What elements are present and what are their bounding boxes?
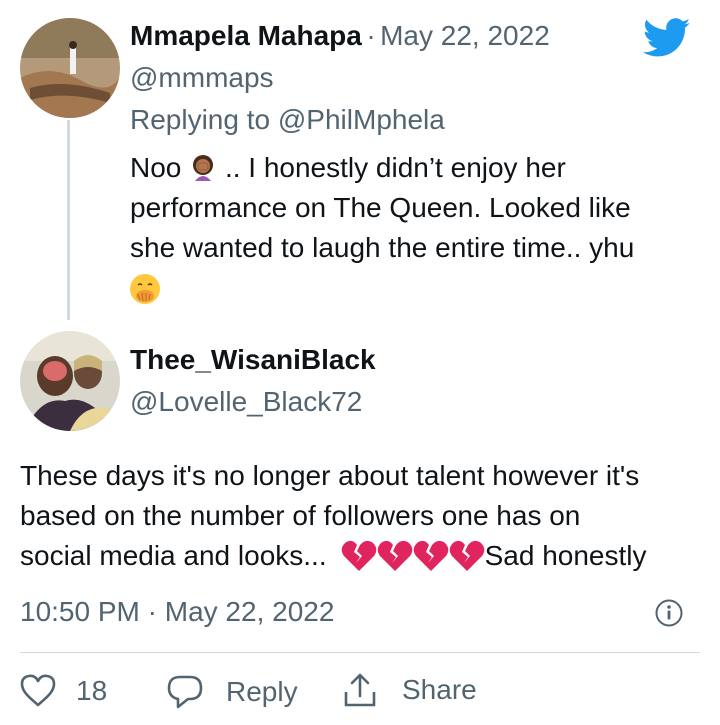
main-tweet-text-end: Sad honestly — [484, 540, 647, 571]
broken-heart-emoji — [413, 540, 448, 571]
divider — [20, 652, 700, 653]
broken-heart-emoji — [449, 540, 484, 571]
broken-hearts — [341, 540, 485, 572]
main-tweet-text-line-3: social media and looks... Sad honestly — [20, 536, 647, 576]
tweet-text-start: Noo — [130, 152, 182, 183]
twitter-bird-icon — [642, 18, 691, 58]
replying-to-handle[interactable]: @PhilMphela — [278, 104, 445, 135]
avatar-wisani[interactable] — [20, 331, 120, 431]
reply-bubble-icon — [167, 675, 203, 709]
share-icon — [344, 673, 376, 707]
tweet-date[interactable]: May 22, 2022 — [165, 596, 335, 627]
tweet-time[interactable]: 10:50 PM — [20, 596, 140, 627]
timestamp[interactable]: 10:50 PM · May 22, 2022 — [20, 594, 334, 630]
separator-dot: · — [366, 20, 376, 51]
main-tweet-text-line-1: These days it's no longer about talent h… — [20, 460, 640, 491]
replying-to-line: Replying to @PhilMphela — [130, 102, 445, 138]
main-author-handle[interactable]: @Lovelle_Black72 — [130, 384, 362, 420]
tweet-text-line-2: performance on The Queen. Looked like — [130, 192, 631, 223]
reply-label: Reply — [226, 676, 298, 707]
tweet-date[interactable]: May 22, 2022 — [380, 20, 550, 51]
like-count: 18 — [76, 675, 108, 706]
info-icon[interactable] — [654, 598, 684, 628]
author-name[interactable]: Thee_WisaniBlack — [130, 344, 376, 375]
heart-icon — [20, 674, 56, 707]
share-button[interactable]: Share — [342, 672, 477, 708]
tweet-text-rest: .. I honestly didn’t enjoy her — [224, 152, 566, 183]
face-with-hand-over-mouth-emoji — [128, 272, 162, 311]
broken-heart-emoji — [377, 540, 412, 571]
avatar-mmapela[interactable] — [20, 18, 120, 118]
replying-prefix: Replying to — [130, 104, 271, 135]
main-tweet-text-start: social media and looks... — [20, 540, 327, 571]
author-handle[interactable]: @mmmaps — [130, 60, 274, 96]
tweet-text-line-1: Noo .. I honestly didn’t enjoy her — [130, 148, 566, 188]
thread-connector-line — [67, 120, 70, 320]
author-name[interactable]: Mmapela Mahapa — [130, 20, 362, 51]
share-label: Share — [402, 674, 477, 705]
woman-facepalming-emoji — [189, 152, 217, 181]
separator-dot: · — [147, 596, 157, 627]
main-author-name[interactable]: Thee_WisaniBlack — [130, 342, 376, 383]
broken-heart-emoji — [341, 540, 376, 571]
main-tweet-text-line-2: based on the number of followers one has… — [20, 500, 581, 531]
reply-button[interactable]: Reply — [166, 674, 298, 710]
like-button[interactable]: 18 — [20, 674, 107, 708]
tweet-text-line-3: she wanted to laugh the entire time.. yh… — [130, 232, 635, 263]
